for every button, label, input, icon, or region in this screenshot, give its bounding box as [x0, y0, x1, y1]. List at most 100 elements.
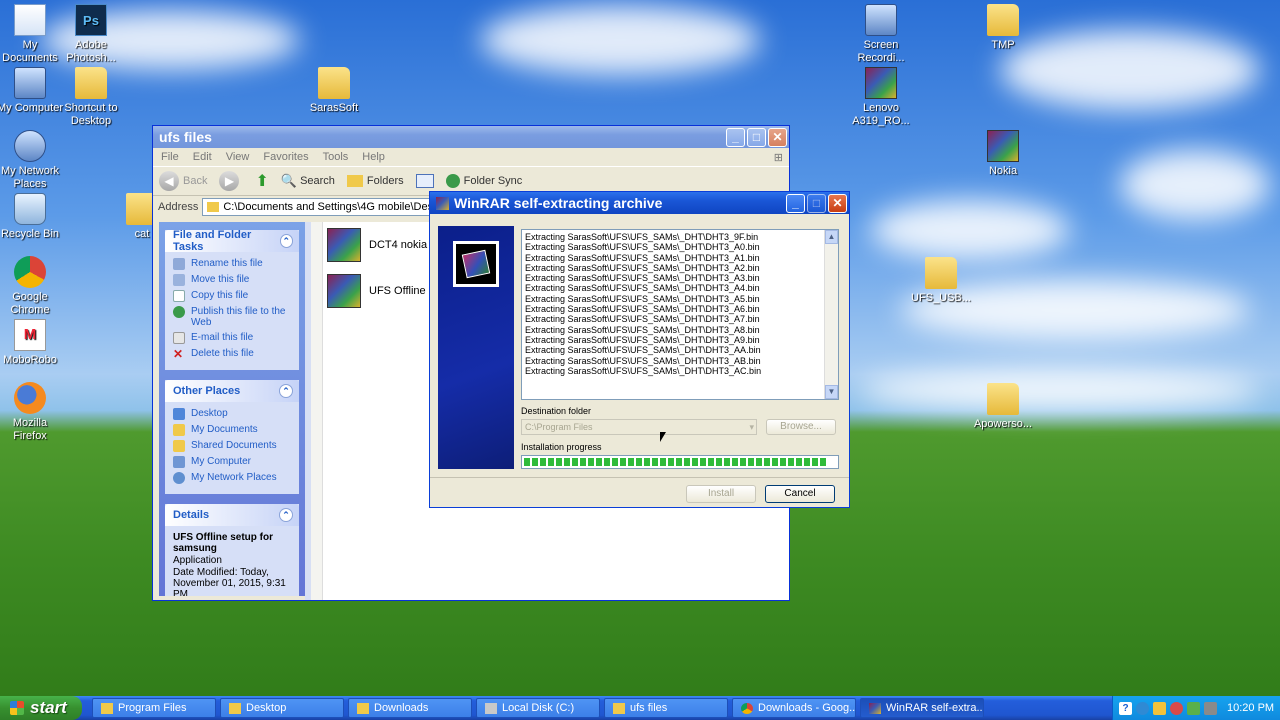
menu-help[interactable]: Help [362, 151, 385, 163]
place-my-computer[interactable]: My Computer [173, 456, 291, 468]
browse-button[interactable]: Browse... [766, 419, 836, 435]
start-button[interactable]: start [0, 696, 82, 720]
minimize-button[interactable]: _ [786, 193, 805, 213]
scroll-down-icon[interactable]: ▼ [825, 385, 838, 399]
scroll-up-icon[interactable]: ▲ [825, 230, 838, 244]
sync-icon [445, 174, 460, 188]
back-arrow-icon: ◀ [159, 171, 179, 191]
log-scrollbar[interactable]: ▲ ▼ [824, 230, 838, 399]
maximize-button[interactable]: □ [747, 127, 766, 147]
desktop-icon-label: Apowerso... [973, 418, 1033, 430]
cancel-button[interactable]: Cancel [765, 485, 835, 503]
cloud [1120, 150, 1270, 220]
task-rename[interactable]: Rename this file [173, 258, 291, 270]
task-label: Move this file [191, 274, 250, 285]
tray-app-icon[interactable] [1204, 701, 1217, 715]
search-button[interactable]: 🔍 Search [281, 173, 335, 189]
collapse-icon[interactable]: ⌃ [279, 508, 293, 522]
taskbar-item-local-disk[interactable]: Local Disk (C:) [476, 698, 600, 718]
place-desktop[interactable]: Desktop [173, 408, 291, 420]
taskbar-item-winrar[interactable]: WinRAR self-extra... [860, 698, 984, 718]
desktop-icon-apowersoft[interactable]: Apowerso... [968, 383, 1038, 431]
safely-remove-icon[interactable] [1187, 701, 1200, 715]
place-label: Shared Documents [191, 440, 277, 451]
security-icon[interactable] [1170, 701, 1183, 715]
taskbar-item-program-files[interactable]: Program Files [92, 698, 216, 718]
desktop-icon-recycle-bin[interactable]: Recycle Bin [0, 193, 65, 241]
folders-button[interactable]: Folders [346, 175, 404, 187]
menu-tools[interactable]: Tools [323, 151, 349, 163]
desktop-icon-moborobo[interactable]: M MoboRobo [0, 319, 65, 367]
desktop-icon-lenovo[interactable]: Lenovo A319_RO... [846, 67, 916, 128]
views-button[interactable] [415, 174, 434, 188]
taskbar-item-ufs-files[interactable]: ufs files [604, 698, 728, 718]
task-move[interactable]: Move this file [173, 274, 291, 286]
destination-select[interactable]: C:\Program Files ▾ [521, 419, 757, 435]
menu-edit[interactable]: Edit [193, 151, 212, 163]
place-network[interactable]: My Network Places [173, 472, 291, 484]
taskbar-item-chrome-downloads[interactable]: Downloads - Goog... [732, 698, 856, 718]
winrar-titlebar[interactable]: WinRAR self-extracting archive _ □ ✕ [430, 192, 849, 214]
file-item-ufs-offline[interactable]: UFS Offline se [327, 274, 440, 308]
file-item-dct4-nokia[interactable]: DCT4 nokia [327, 228, 427, 262]
network-icon[interactable] [1136, 701, 1149, 715]
close-button[interactable]: ✕ [768, 127, 787, 147]
desktop-icon-label: Recycle Bin [0, 228, 60, 240]
place-label: My Documents [191, 424, 258, 435]
log-line: Extracting SarasSoft\UFS\UFS_SAMs\_DHT\D… [525, 365, 762, 376]
back-button[interactable]: ◀ Back [159, 171, 207, 191]
winrar-archive-icon [865, 67, 897, 99]
desktop-icon-photoshop[interactable]: Ps Adobe Photosh... [56, 4, 126, 65]
desktop-icon-chrome[interactable]: Google Chrome [0, 256, 65, 317]
panel-header[interactable]: File and Folder Tasks ⌃ [165, 229, 299, 253]
desktop-icon-sarassoft[interactable]: SarasSoft [299, 67, 369, 115]
help-icon[interactable]: ? [1119, 701, 1132, 715]
desktop-icon-tmp[interactable]: TMP [968, 4, 1038, 52]
panel-header[interactable]: Other Places ⌃ [165, 380, 299, 402]
desktop-icon-nokia[interactable]: Nokia [968, 130, 1038, 178]
install-button[interactable]: Install [686, 485, 756, 503]
place-my-documents[interactable]: My Documents [173, 424, 291, 436]
desktop-icon [173, 408, 185, 420]
place-shared-documents[interactable]: Shared Documents [173, 440, 291, 452]
collapse-icon[interactable]: ⌃ [279, 234, 293, 248]
details-filename: UFS Offline setup for samsung [173, 532, 273, 554]
desktop-icon-label: Adobe Photosh... [66, 39, 116, 64]
desktop-icon-label: UFS_USB... [911, 292, 971, 304]
task-delete[interactable]: ✕ Delete this file [173, 348, 291, 360]
folder-sync-button[interactable]: Folder Sync [445, 174, 522, 188]
panel-header[interactable]: Details ⌃ [165, 504, 299, 526]
task-email[interactable]: E-mail this file [173, 332, 291, 344]
forward-arrow-icon: ▶ [219, 171, 240, 191]
up-button[interactable]: ⬆ [255, 171, 268, 191]
task-copy[interactable]: Copy this file [173, 290, 291, 302]
copy-icon [173, 290, 185, 302]
close-button[interactable]: ✕ [828, 193, 847, 213]
explorer-titlebar[interactable]: ufs files _ □ ✕ [153, 126, 789, 148]
task-publish[interactable]: Publish this file to the Web [173, 306, 291, 328]
desktop-icon-firefox[interactable]: Mozilla Firefox [0, 382, 65, 443]
menu-favorites[interactable]: Favorites [263, 151, 308, 163]
extraction-log[interactable]: Extracting SarasSoft\UFS\UFS_SAMs\_DHT\D… [521, 229, 839, 400]
taskbar-item-downloads[interactable]: Downloads [348, 698, 472, 718]
system-tray: ? 10:20 PM [1112, 696, 1280, 720]
search-icon: 🔍 [280, 173, 298, 188]
desktop-icon-network-places[interactable]: My Network Places [0, 130, 65, 191]
volume-icon[interactable] [1153, 701, 1166, 715]
panel-title: File and Folder Tasks [173, 229, 252, 253]
desktop-icon-ufs-usb[interactable]: UFS_USB... [906, 257, 976, 305]
forward-button[interactable]: ▶ [219, 171, 243, 191]
menu-view[interactable]: View [226, 151, 250, 163]
menu-file[interactable]: File [161, 151, 179, 163]
taskbar-item-desktop[interactable]: Desktop [220, 698, 344, 718]
folder-icon [318, 67, 350, 99]
desktop-icon-screen-recorder[interactable]: Screen Recordi... [846, 4, 916, 65]
chrome-icon [14, 256, 46, 288]
left-scrollbar[interactable] [311, 222, 323, 600]
rename-icon [173, 258, 185, 270]
collapse-icon[interactable]: ⌃ [279, 384, 293, 398]
log-line: Extracting SarasSoft\UFS\UFS_SAMs\_DHT\D… [525, 273, 760, 284]
desktop-icon-shortcut-to-desktop[interactable]: Shortcut to Desktop [56, 67, 126, 128]
clock[interactable]: 10:20 PM [1227, 702, 1274, 714]
minimize-button[interactable]: _ [726, 127, 745, 147]
